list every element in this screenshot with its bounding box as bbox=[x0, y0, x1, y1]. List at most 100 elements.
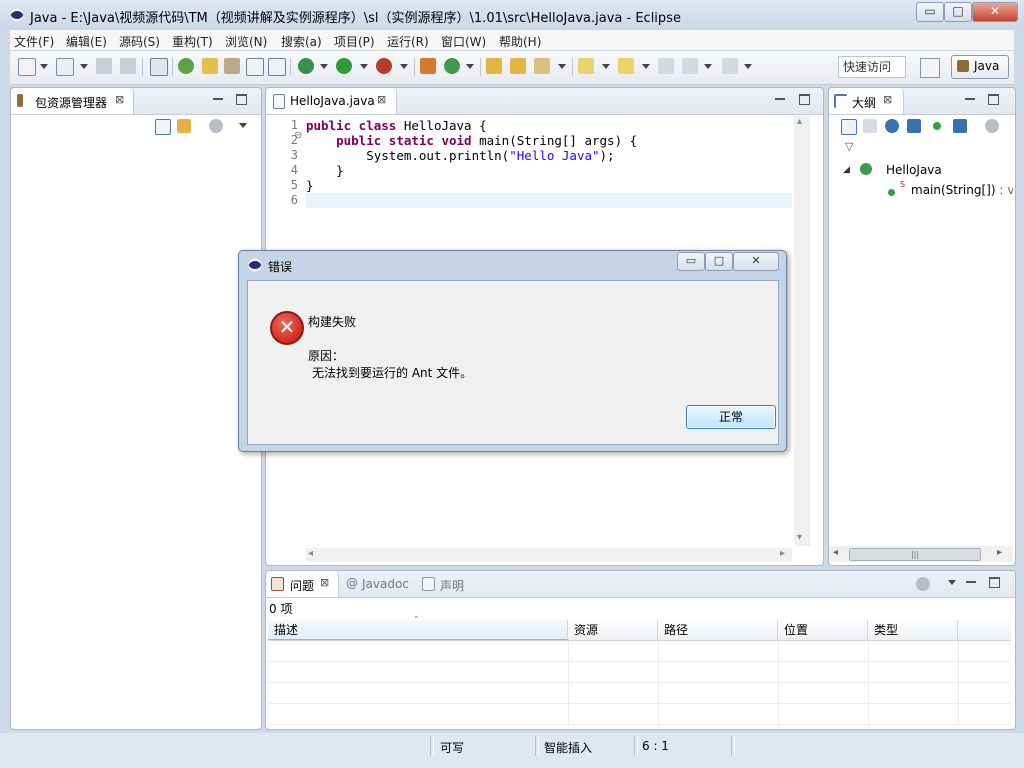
hide-fields-icon[interactable] bbox=[885, 119, 899, 133]
last-edit-icon[interactable] bbox=[658, 58, 674, 74]
run-icon[interactable] bbox=[336, 58, 352, 74]
minimize-view-icon[interactable] bbox=[966, 575, 976, 583]
menu-search[interactable]: 搜索(a) bbox=[281, 33, 322, 50]
collapse-all-icon[interactable] bbox=[155, 119, 171, 135]
dialog-minimize-button[interactable]: ▭ bbox=[677, 252, 705, 271]
previous-annotation-icon[interactable] bbox=[618, 58, 634, 74]
new-file-icon[interactable] bbox=[56, 58, 74, 76]
open-type-icon[interactable] bbox=[246, 58, 264, 76]
maximize-view-icon[interactable] bbox=[799, 94, 810, 105]
view-menu-icon[interactable] bbox=[985, 119, 999, 133]
filter-icon[interactable]: ▽ bbox=[845, 140, 853, 153]
minimize-view-icon[interactable] bbox=[213, 92, 223, 100]
dialog-maximize-button[interactable]: □ bbox=[705, 252, 733, 271]
debug-icon[interactable] bbox=[298, 58, 314, 74]
ok-button[interactable]: 正常 bbox=[686, 405, 776, 429]
view-menu-icon[interactable] bbox=[916, 577, 930, 591]
scroll-right-arrow-icon[interactable]: ▸ bbox=[780, 548, 785, 559]
external-tools-icon[interactable] bbox=[376, 58, 392, 74]
annotation-dropdown-icon[interactable] bbox=[558, 64, 566, 69]
annotation-icon[interactable] bbox=[534, 58, 550, 74]
run-dropdown-icon[interactable] bbox=[360, 64, 368, 69]
tab-declaration[interactable]: 声明 bbox=[440, 577, 464, 594]
hide-static-icon[interactable] bbox=[907, 119, 921, 133]
build-icon[interactable] bbox=[420, 58, 436, 74]
open-task-icon[interactable] bbox=[510, 58, 526, 74]
back-dropdown-icon[interactable] bbox=[704, 64, 712, 69]
close-tab-icon[interactable]: ⊠ bbox=[115, 93, 124, 106]
minimize-view-icon[interactable] bbox=[775, 92, 785, 100]
expand-arrow-icon[interactable]: ◢ bbox=[843, 165, 850, 175]
refresh-dropdown-icon[interactable] bbox=[466, 64, 474, 69]
tab-javadoc[interactable]: Javadoc bbox=[362, 577, 409, 591]
minimize-view-icon[interactable] bbox=[965, 92, 975, 100]
menu-run[interactable]: 运行(R) bbox=[387, 33, 429, 50]
forward-dropdown-icon[interactable] bbox=[744, 64, 752, 69]
close-tab-icon[interactable]: ⊠ bbox=[377, 93, 386, 106]
scroll-down-arrow-icon[interactable]: ▾ bbox=[797, 532, 802, 543]
scroll-up-arrow-icon[interactable]: ▴ bbox=[797, 116, 802, 127]
tab-problems[interactable]: 问题 ⊠ bbox=[266, 571, 339, 597]
column-location[interactable]: 位置 bbox=[778, 620, 868, 640]
tab-package-explorer[interactable]: 包资源管理器 ⊠ bbox=[11, 88, 134, 114]
fold-toggle-icon[interactable]: ⊖ bbox=[294, 130, 302, 141]
maximize-view-icon[interactable] bbox=[988, 94, 999, 105]
external-tools-dropdown-icon[interactable] bbox=[400, 64, 408, 69]
new-java-project-icon[interactable] bbox=[178, 58, 194, 74]
view-dropdown-icon[interactable] bbox=[948, 580, 956, 585]
close-tab-icon[interactable]: ⊠ bbox=[320, 576, 329, 589]
tab-outline[interactable]: 大纲 ⊠ bbox=[829, 88, 904, 114]
new-dropdown-icon[interactable] bbox=[40, 64, 48, 69]
tab-hellojava[interactable]: HelloJava.java ⊠ bbox=[266, 88, 397, 114]
collapse-all-icon[interactable] bbox=[841, 119, 857, 135]
menu-navigate[interactable]: 浏览(N) bbox=[225, 33, 267, 50]
menu-file[interactable]: 文件(F) bbox=[14, 33, 54, 50]
back-icon[interactable] bbox=[682, 58, 698, 74]
skip-breakpoints-icon[interactable] bbox=[150, 58, 168, 76]
column-resource[interactable]: 资源 bbox=[568, 620, 658, 640]
minimize-button[interactable]: ▭ bbox=[916, 2, 944, 22]
menu-refactor[interactable]: 重构(T) bbox=[172, 33, 213, 50]
previous-annotation-dropdown-icon[interactable] bbox=[642, 64, 650, 69]
menu-source[interactable]: 源码(S) bbox=[119, 33, 160, 50]
column-path[interactable]: 路径 bbox=[658, 620, 778, 640]
scroll-left-arrow-icon[interactable]: ◂ bbox=[833, 547, 838, 558]
scroll-left-arrow-icon[interactable]: ◂ bbox=[308, 548, 313, 559]
quick-access-input[interactable]: 快速访问 bbox=[838, 56, 906, 78]
view-menu-icon[interactable] bbox=[209, 119, 223, 133]
open-perspective-icon[interactable] bbox=[920, 58, 940, 78]
menu-window[interactable]: 窗口(W) bbox=[441, 33, 486, 50]
maximize-view-icon[interactable] bbox=[989, 577, 1000, 588]
hide-nonpublic-icon[interactable] bbox=[933, 122, 941, 130]
forward-icon[interactable] bbox=[722, 58, 738, 74]
outline-method-item[interactable]: main(String[]) : vc bbox=[911, 183, 1013, 197]
new-package-icon[interactable] bbox=[202, 58, 218, 74]
code-editor[interactable]: public class HelloJava { public static v… bbox=[306, 118, 637, 193]
scroll-right-arrow-icon[interactable]: ▸ bbox=[997, 547, 1002, 558]
menu-project[interactable]: 项目(P) bbox=[334, 33, 375, 50]
maximize-button[interactable]: □ bbox=[944, 2, 972, 22]
close-tab-icon[interactable]: ⊠ bbox=[883, 93, 892, 106]
sort-icon[interactable] bbox=[863, 119, 877, 133]
refresh-icon[interactable] bbox=[444, 58, 460, 74]
show-whitespace-icon[interactable] bbox=[268, 58, 286, 76]
new-class-icon[interactable] bbox=[224, 58, 240, 74]
menu-edit[interactable]: 编辑(E) bbox=[66, 33, 107, 50]
java-perspective-button[interactable]: Java bbox=[951, 55, 1009, 79]
new-icon[interactable] bbox=[18, 58, 36, 76]
link-with-editor-icon[interactable] bbox=[177, 119, 191, 133]
close-window-button[interactable]: ✕ bbox=[972, 2, 1018, 22]
new-file-dropdown-icon[interactable] bbox=[80, 64, 88, 69]
debug-dropdown-icon[interactable] bbox=[320, 64, 328, 69]
outline-class-name[interactable]: HelloJava bbox=[886, 163, 942, 177]
next-annotation-dropdown-icon[interactable] bbox=[602, 64, 610, 69]
maximize-view-icon[interactable] bbox=[236, 94, 247, 105]
open-folder-icon[interactable] bbox=[486, 58, 502, 74]
save-icon[interactable] bbox=[96, 58, 112, 74]
editor-vertical-scrollbar[interactable]: ▴ ▾ bbox=[794, 116, 810, 546]
dialog-close-button[interactable]: ✕ bbox=[733, 252, 779, 271]
view-dropdown-icon[interactable] bbox=[239, 123, 247, 128]
scroll-thumb[interactable]: ||| bbox=[849, 548, 981, 561]
hide-local-types-icon[interactable] bbox=[953, 119, 967, 133]
next-annotation-icon[interactable] bbox=[578, 58, 594, 74]
